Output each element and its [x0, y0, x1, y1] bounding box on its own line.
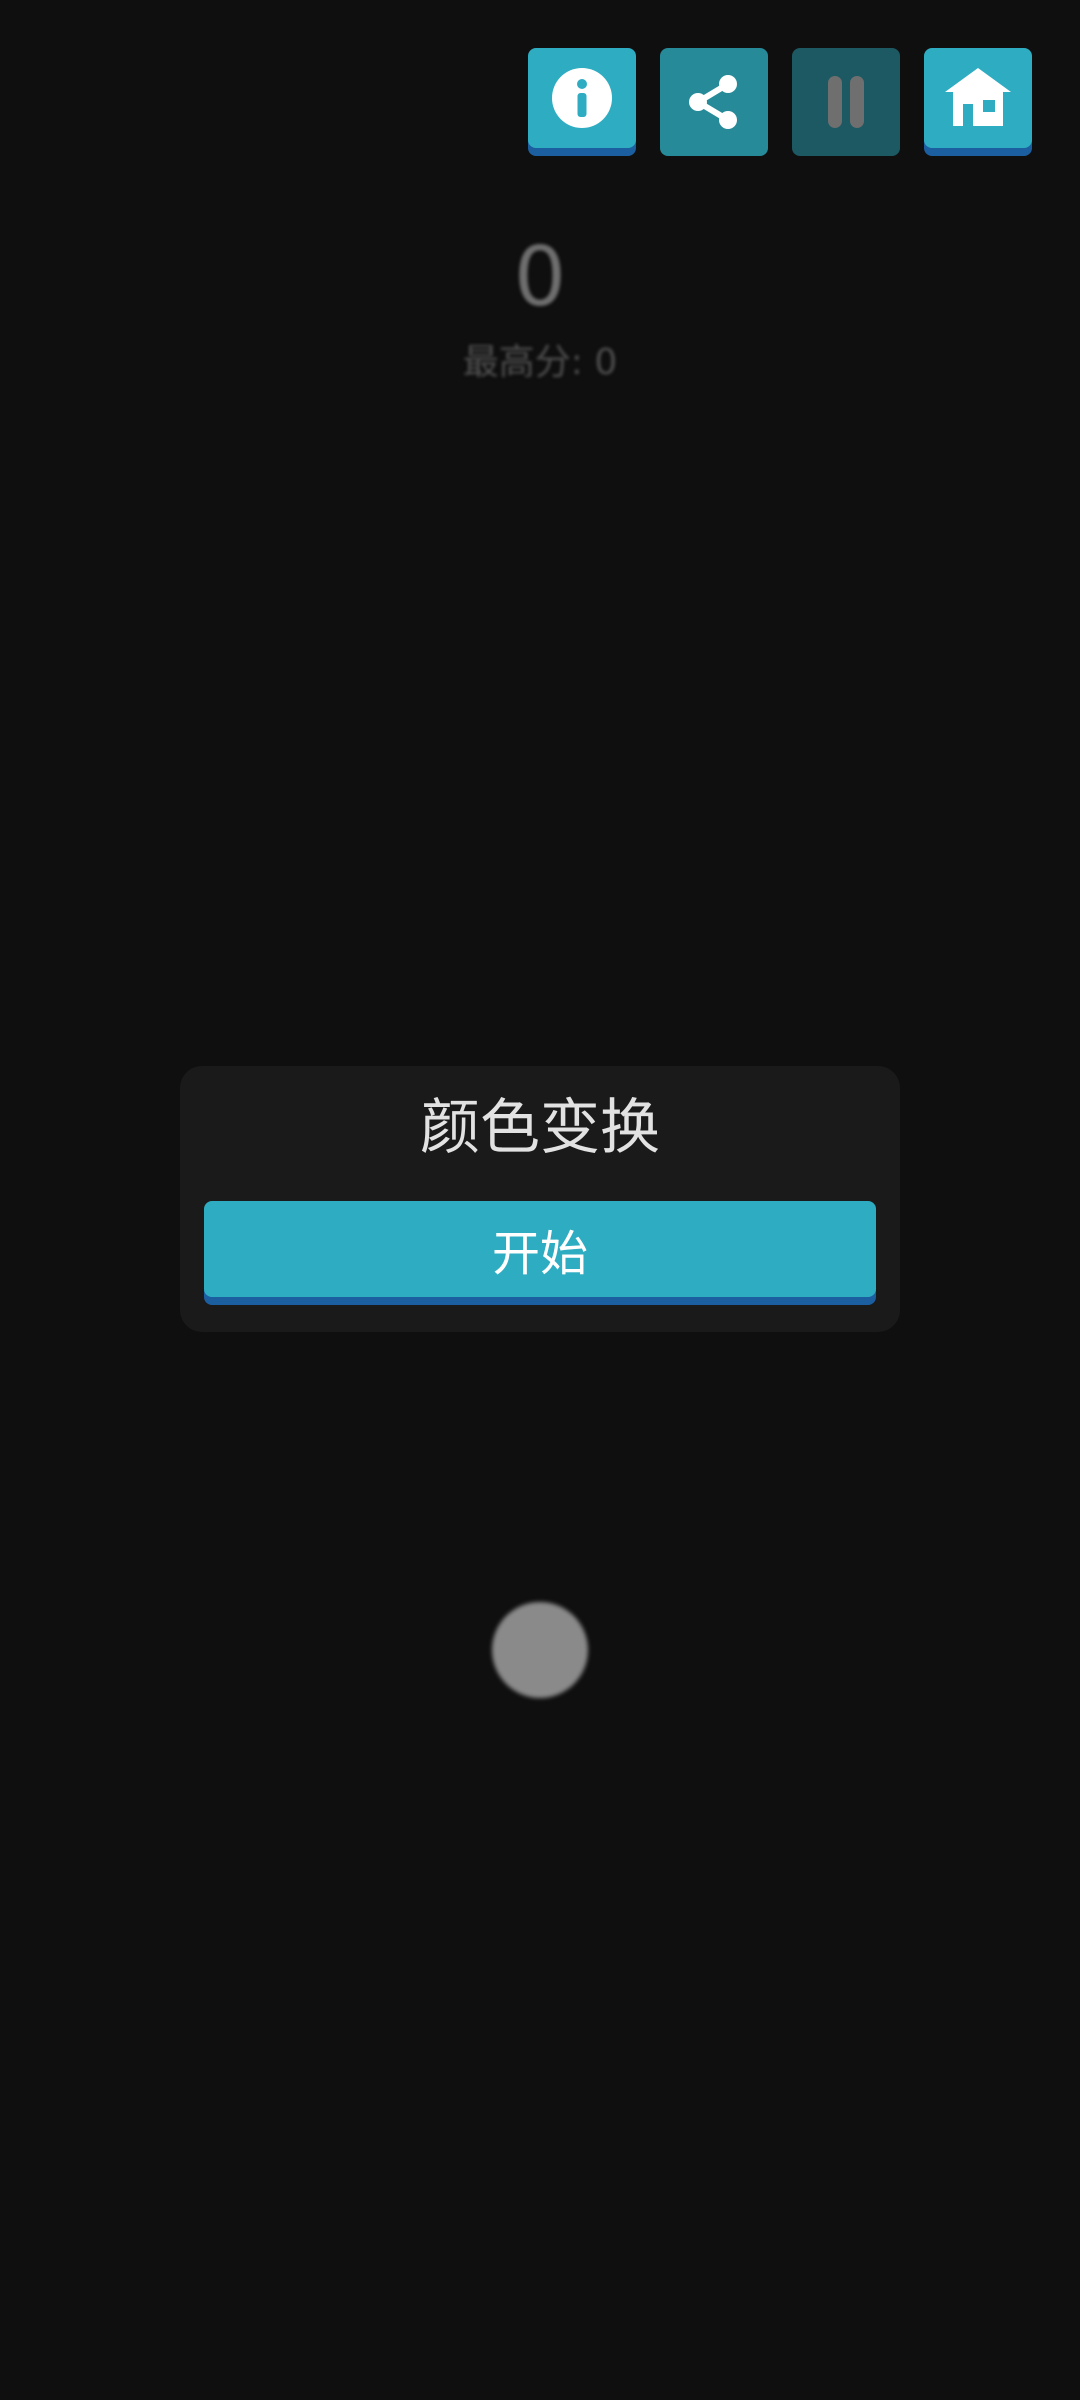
current-score: 0: [513, 230, 567, 325]
player-ball: [492, 1602, 588, 1698]
start-dialog: 颜色变换 开始: [180, 1066, 900, 1332]
info-icon: [552, 68, 612, 128]
pause-button[interactable]: [792, 48, 900, 156]
game-title: 颜色变换: [420, 1093, 660, 1163]
game-screen: 0 最高分: 0 颜色变换 开始: [0, 0, 1080, 2400]
pause-icon: [828, 76, 864, 128]
info-button[interactable]: [528, 48, 636, 148]
share-button[interactable]: [660, 48, 768, 156]
start-button[interactable]: 开始: [204, 1201, 876, 1297]
home-button[interactable]: [924, 48, 1032, 148]
best-score: 最高分: 0: [462, 342, 618, 383]
share-icon: [689, 75, 737, 129]
home-icon: [945, 68, 1011, 126]
